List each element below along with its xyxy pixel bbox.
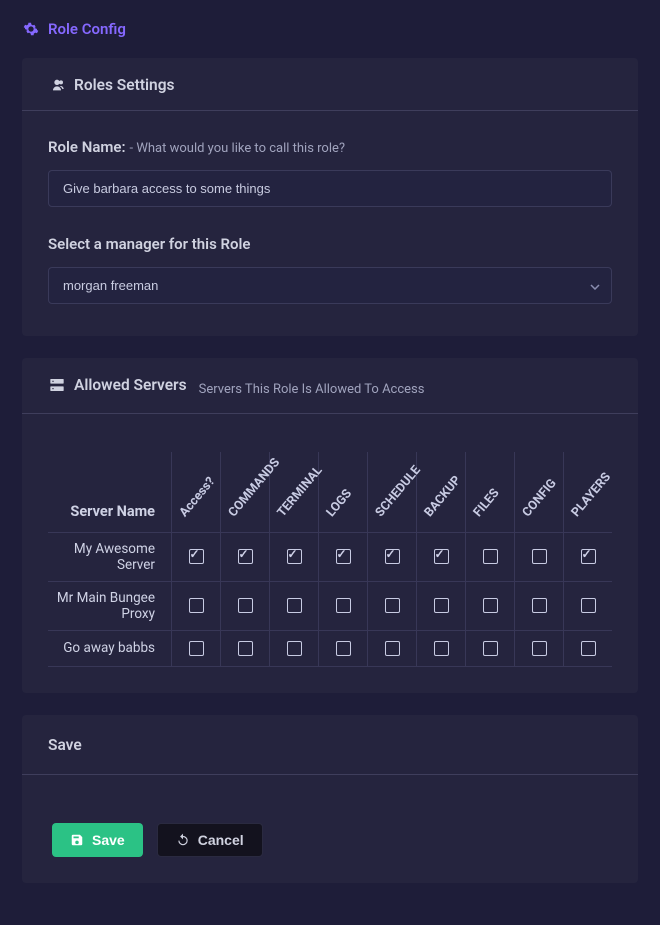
perm-cell [172,532,221,581]
perm-cell [319,581,368,630]
save-title: Save [48,736,82,754]
perm-cell [466,630,515,666]
perm-checkbox-7[interactable] [532,641,547,656]
table-row: Mr Main Bungee Proxy [48,581,612,630]
perm-checkbox-6[interactable] [483,598,498,613]
perm-checkbox-8[interactable] [581,641,596,656]
perm-header-config: CONFIG [515,452,564,532]
table-row: My Awesome Server [48,532,612,581]
perm-cell [221,581,270,630]
perm-checkbox-2[interactable] [287,641,302,656]
cancel-button[interactable]: Cancel [157,823,263,857]
perm-checkbox-7[interactable] [532,598,547,613]
allowed-servers-title: Allowed Servers [48,376,187,394]
perm-cell [564,630,613,666]
perm-checkbox-7[interactable] [532,549,547,564]
perm-cell [466,581,515,630]
perm-checkbox-5[interactable] [434,598,449,613]
perm-cell [515,630,564,666]
perm-checkbox-4[interactable] [385,641,400,656]
perm-cell [172,630,221,666]
table-header-row: Server Name Access?COMMANDSTERMINALLOGSS… [48,452,612,532]
roles-settings-title: Roles Settings [48,76,175,94]
perm-checkbox-3[interactable] [336,598,351,613]
server-name-cell: Go away babbs [48,630,172,666]
perm-cell [270,532,319,581]
table-body: My Awesome ServerMr Main Bungee ProxyGo … [48,532,612,666]
allowed-servers-panel: Allowed Servers Servers This Role Is All… [22,358,638,693]
perm-header-players: PLAYERS [564,452,613,532]
perm-header-files: FILES [466,452,515,532]
perm-header-commands: COMMANDS [221,452,270,532]
perm-checkbox-0[interactable] [189,598,204,613]
perm-checkbox-5[interactable] [434,549,449,564]
manager-select[interactable]: morgan freeman [48,267,612,304]
perm-header-logs: LOGS [319,452,368,532]
perm-cell [172,581,221,630]
perm-cell [270,581,319,630]
perm-cell [319,630,368,666]
perm-checkbox-0[interactable] [189,549,204,564]
server-name-cell: My Awesome Server [48,532,172,581]
perm-checkbox-4[interactable] [385,549,400,564]
perm-cell [368,630,417,666]
gears-icon [22,21,40,37]
roles-settings-panel: Roles Settings Role Name: - What would y… [22,58,638,336]
page-title: Role Config [22,20,638,38]
users-icon [48,77,66,93]
allowed-servers-subtitle: Servers This Role Is Allowed To Access [199,382,425,397]
perm-checkbox-1[interactable] [238,641,253,656]
perm-checkbox-8[interactable] [581,598,596,613]
perm-cell [319,532,368,581]
perm-cell [515,581,564,630]
perm-cell [368,581,417,630]
table-row: Go away babbs [48,630,612,666]
role-name-input[interactable] [48,170,612,207]
perm-checkbox-1[interactable] [238,549,253,564]
perm-cell [466,532,515,581]
server-icon [48,377,66,393]
save-icon [70,833,84,847]
perm-checkbox-3[interactable] [336,549,351,564]
perm-cell [270,630,319,666]
perm-header-terminal: TERMINAL [270,452,319,532]
manager-group: Select a manager for this Role morgan fr… [48,235,612,304]
perm-cell [564,581,613,630]
perm-header-schedule: SCHEDULE [368,452,417,532]
perm-header-access: Access? [172,452,221,532]
save-panel: Save Save Cancel [22,715,638,883]
perm-cell [515,532,564,581]
cancel-button-label: Cancel [198,832,244,848]
perm-checkbox-6[interactable] [483,549,498,564]
undo-icon [176,833,190,847]
allowed-servers-table: Server Name Access?COMMANDSTERMINALLOGSS… [48,452,612,667]
save-button[interactable]: Save [52,823,143,857]
role-name-label: Role Name: [48,138,126,156]
server-name-header: Server Name [48,452,172,532]
role-name-group: Role Name: - What would you like to call… [48,137,612,207]
perm-cell [564,532,613,581]
perm-checkbox-6[interactable] [483,641,498,656]
perm-checkbox-5[interactable] [434,641,449,656]
perm-cell [221,532,270,581]
perm-checkbox-1[interactable] [238,598,253,613]
perm-checkbox-3[interactable] [336,641,351,656]
perm-checkbox-0[interactable] [189,641,204,656]
page-title-text: Role Config [48,20,126,38]
perm-checkbox-2[interactable] [287,549,302,564]
role-name-hint: - What would you like to call this role? [130,141,345,156]
perm-cell [221,630,270,666]
perm-cell [417,630,466,666]
perm-checkbox-4[interactable] [385,598,400,613]
server-name-cell: Mr Main Bungee Proxy [48,581,172,630]
perm-cell [417,581,466,630]
perm-cell [368,532,417,581]
perm-checkbox-2[interactable] [287,598,302,613]
perm-header-backup: BACKUP [417,452,466,532]
save-button-label: Save [92,832,125,848]
perm-cell [417,532,466,581]
perm-checkbox-8[interactable] [581,549,596,564]
manager-label: Select a manager for this Role [48,235,612,253]
